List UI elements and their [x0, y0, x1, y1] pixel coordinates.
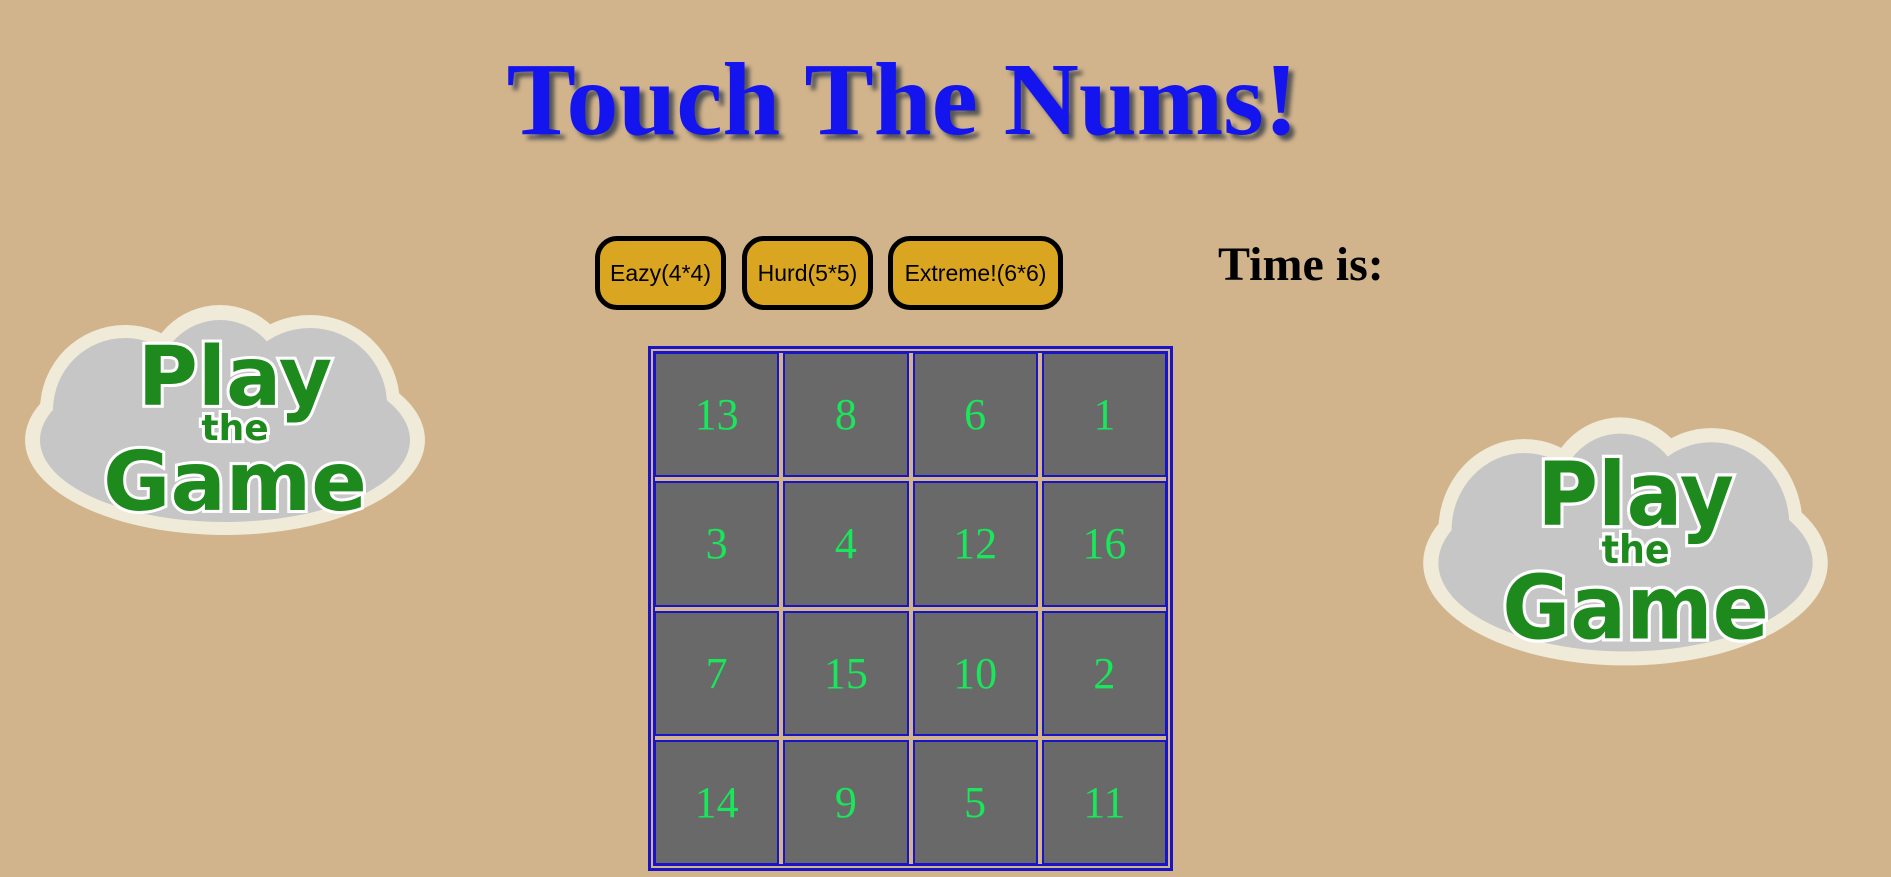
play-the-game-logo-right: Play the Game: [1423, 417, 1828, 666]
number-cell[interactable]: 12: [912, 481, 1038, 607]
hard-mode-button[interactable]: Hurd(5*5): [742, 236, 873, 310]
play-the-game-logo-left: Play the Game: [25, 305, 425, 535]
number-cell[interactable]: 2: [1041, 610, 1167, 736]
number-cell[interactable]: 14: [654, 739, 780, 865]
timer-label: Time is:: [1218, 238, 1384, 291]
number-cell[interactable]: 15: [783, 610, 909, 736]
game-page: Touch The Nums! Eazy(4*4) Hurd(5*5) Extr…: [0, 0, 1891, 877]
number-cell[interactable]: 7: [654, 610, 780, 736]
extreme-mode-button[interactable]: Extreme!(6*6): [888, 236, 1063, 310]
number-cell[interactable]: 11: [1041, 739, 1167, 865]
number-cell[interactable]: 1: [1041, 352, 1167, 478]
logo-line-3: Game: [103, 435, 367, 530]
number-cell[interactable]: 4: [783, 481, 909, 607]
number-cell[interactable]: 13: [654, 352, 780, 478]
number-cell[interactable]: 6: [912, 352, 1038, 478]
page-title: Touch The Nums!: [506, 42, 1299, 157]
number-cell[interactable]: 16: [1041, 481, 1167, 607]
number-cell[interactable]: 5: [912, 739, 1038, 865]
number-cell[interactable]: 3: [654, 481, 780, 607]
number-cell[interactable]: 10: [912, 610, 1038, 736]
easy-mode-button[interactable]: Eazy(4*4): [595, 236, 726, 310]
number-cell[interactable]: 8: [783, 352, 909, 478]
number-grid: 13 8 6 1 3 4 12 16 7 15 10 2 14 9 5 11: [648, 346, 1173, 871]
logo-line-3: Game: [1502, 557, 1769, 660]
number-cell[interactable]: 9: [783, 739, 909, 865]
